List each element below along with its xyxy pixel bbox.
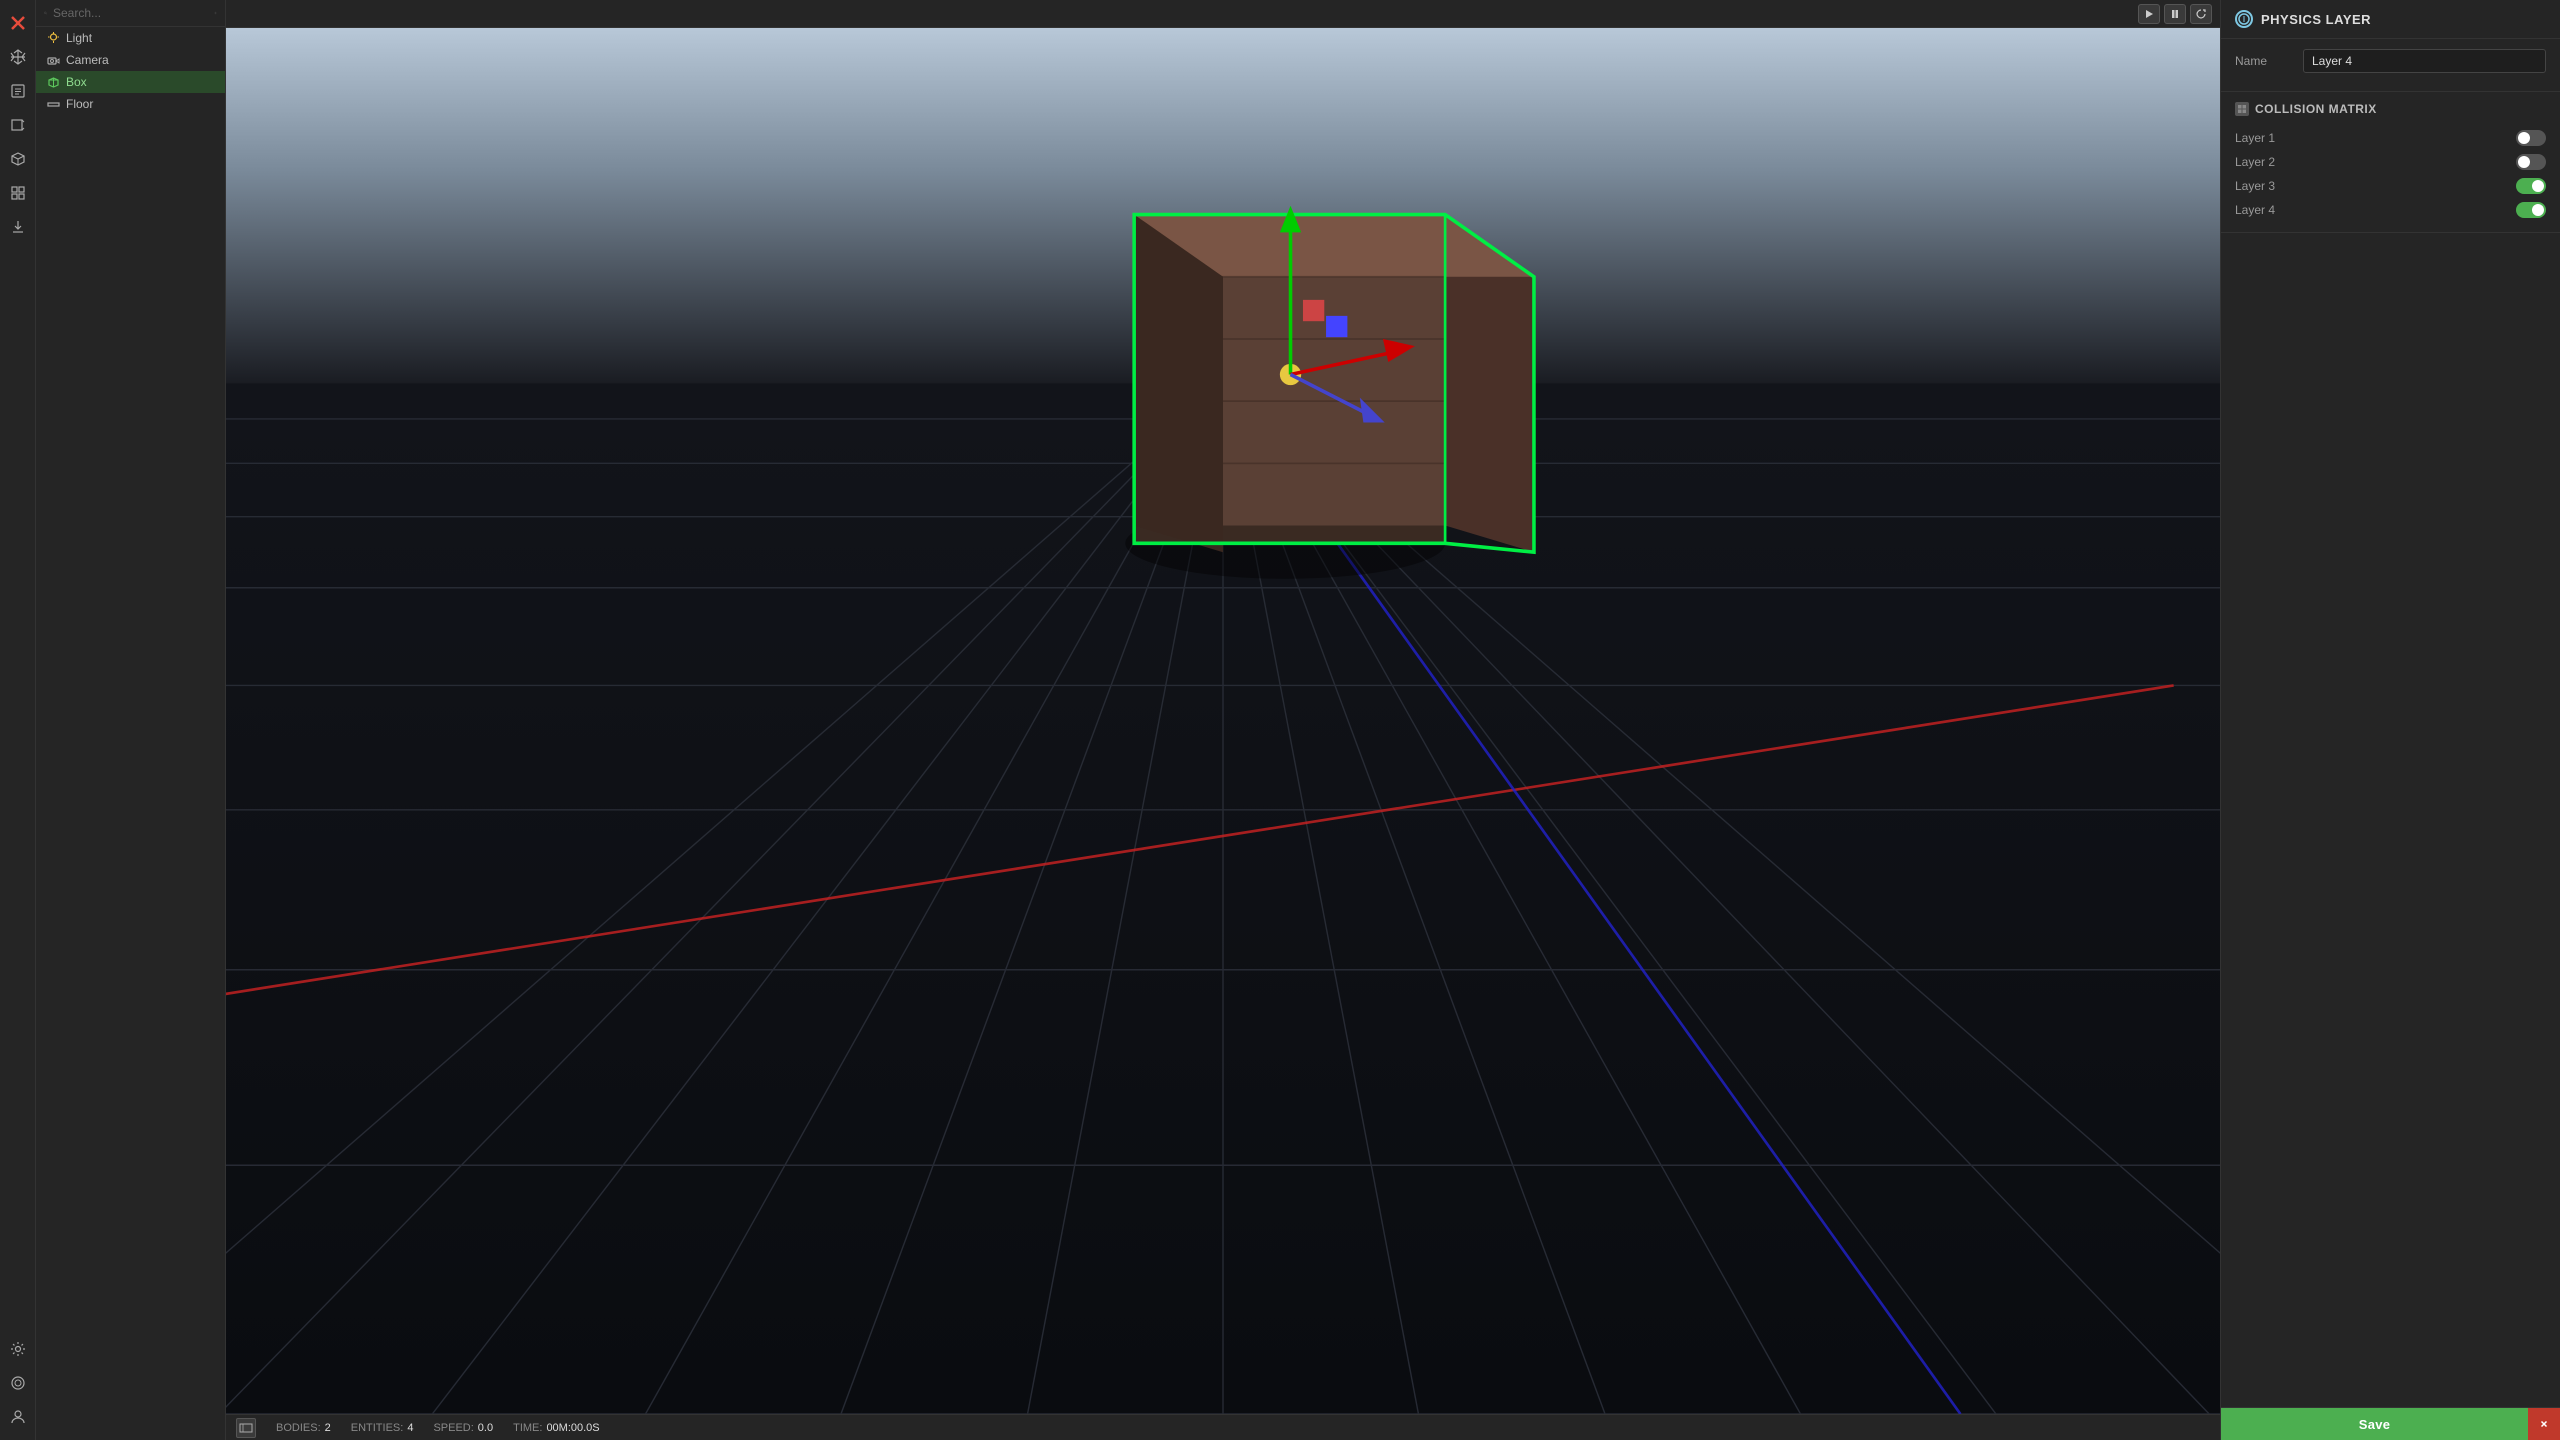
close-save-button[interactable] [2528, 1408, 2560, 1440]
panel-title: PHYSICS LAYER [2261, 12, 2371, 27]
resource-icon[interactable] [3, 110, 33, 140]
bodies-value: 2 [325, 1422, 331, 1434]
settings-icon[interactable] [3, 1334, 33, 1364]
theme-icon[interactable] [3, 1368, 33, 1398]
settings-gear-icon[interactable] [214, 7, 217, 19]
scene-view-btn[interactable] [236, 1418, 256, 1438]
collision-matrix-section: COLLISION MATRIX Layer 1 Layer 2 Layer 3… [2221, 92, 2560, 233]
scene-item-light[interactable]: Light [36, 27, 225, 49]
bodies-label: BODIES: [276, 1422, 321, 1434]
pause-button[interactable] [2164, 4, 2186, 24]
logo-icon[interactable] [3, 8, 33, 38]
icon-bar [0, 0, 36, 1440]
entities-value: 4 [407, 1422, 413, 1434]
scene-panel: Light Camera Box [36, 0, 226, 1440]
light-icon [46, 31, 60, 45]
status-bar: BODIES: 2 ENTITIES: 4 SPEED: 0.0 TIME: 0… [226, 1414, 2220, 1440]
account-icon[interactable] [3, 1402, 33, 1432]
collision-matrix-icon [2235, 102, 2249, 116]
name-label: Name [2235, 54, 2295, 68]
panel-header-icon [2235, 10, 2253, 28]
search-input[interactable] [53, 6, 208, 20]
layer1-row: Layer 1 [2235, 126, 2546, 150]
layer2-row: Layer 2 [2235, 150, 2546, 174]
panel-header: PHYSICS LAYER [2221, 0, 2560, 39]
speed-label: SPEED: [433, 1422, 473, 1434]
bodies-status: BODIES: 2 [276, 1422, 331, 1434]
script-icon[interactable] [3, 76, 33, 106]
grid-icon[interactable] [3, 178, 33, 208]
speed-value: 0.0 [478, 1422, 493, 1434]
box-label: Box [66, 75, 87, 89]
move-icon[interactable] [3, 42, 33, 72]
entities-status: ENTITIES: 4 [351, 1422, 414, 1434]
scene-item-box[interactable]: Box [36, 71, 225, 93]
speed-status: SPEED: 0.0 [433, 1422, 493, 1434]
time-status: TIME: 00M:00.0S [513, 1422, 600, 1434]
name-input[interactable] [2303, 49, 2546, 73]
camera-label: Camera [66, 53, 109, 67]
floor-label: Floor [66, 97, 93, 111]
box-icon [46, 75, 60, 89]
layer4-toggle[interactable] [2516, 202, 2546, 218]
assetlib-icon[interactable] [3, 144, 33, 174]
import-icon[interactable] [3, 212, 33, 242]
layer3-row: Layer 3 [2235, 174, 2546, 198]
name-section: Name [2221, 39, 2560, 92]
search-icon [44, 7, 47, 19]
layer4-label: Layer 4 [2235, 203, 2504, 217]
name-row: Name [2235, 49, 2546, 73]
scene-item-floor[interactable]: Floor [36, 93, 225, 115]
right-panel: PHYSICS LAYER Name COLLISION MATRIX Laye… [2220, 0, 2560, 1440]
floor-icon [46, 97, 60, 111]
collision-matrix-header: COLLISION MATRIX [2235, 102, 2546, 116]
layer4-row: Layer 4 [2235, 198, 2546, 222]
camera-icon [46, 53, 60, 67]
play-button[interactable] [2138, 4, 2160, 24]
time-label: TIME: [513, 1422, 542, 1434]
scene-viewport-svg [226, 28, 2220, 1414]
layer3-label: Layer 3 [2235, 179, 2504, 193]
layer2-label: Layer 2 [2235, 155, 2504, 169]
viewport-toolbar [226, 0, 2220, 28]
scene-search-bar [36, 0, 225, 27]
viewport-area: BODIES: 2 ENTITIES: 4 SPEED: 0.0 TIME: 0… [226, 0, 2220, 1440]
save-area: Save [2221, 1407, 2560, 1440]
save-button[interactable]: Save [2221, 1408, 2528, 1440]
layer1-label: Layer 1 [2235, 131, 2504, 145]
scene-items-list: Light Camera Box [36, 27, 225, 1440]
time-value: 00M:00.0S [546, 1422, 599, 1434]
scene-item-camera[interactable]: Camera [36, 49, 225, 71]
light-label: Light [66, 31, 92, 45]
entities-label: ENTITIES: [351, 1422, 404, 1434]
stop-button[interactable] [2190, 4, 2212, 24]
layer2-toggle[interactable] [2516, 154, 2546, 170]
layer1-toggle[interactable] [2516, 130, 2546, 146]
collision-matrix-title: COLLISION MATRIX [2255, 102, 2377, 116]
layer3-toggle[interactable] [2516, 178, 2546, 194]
viewport-3d[interactable] [226, 28, 2220, 1414]
